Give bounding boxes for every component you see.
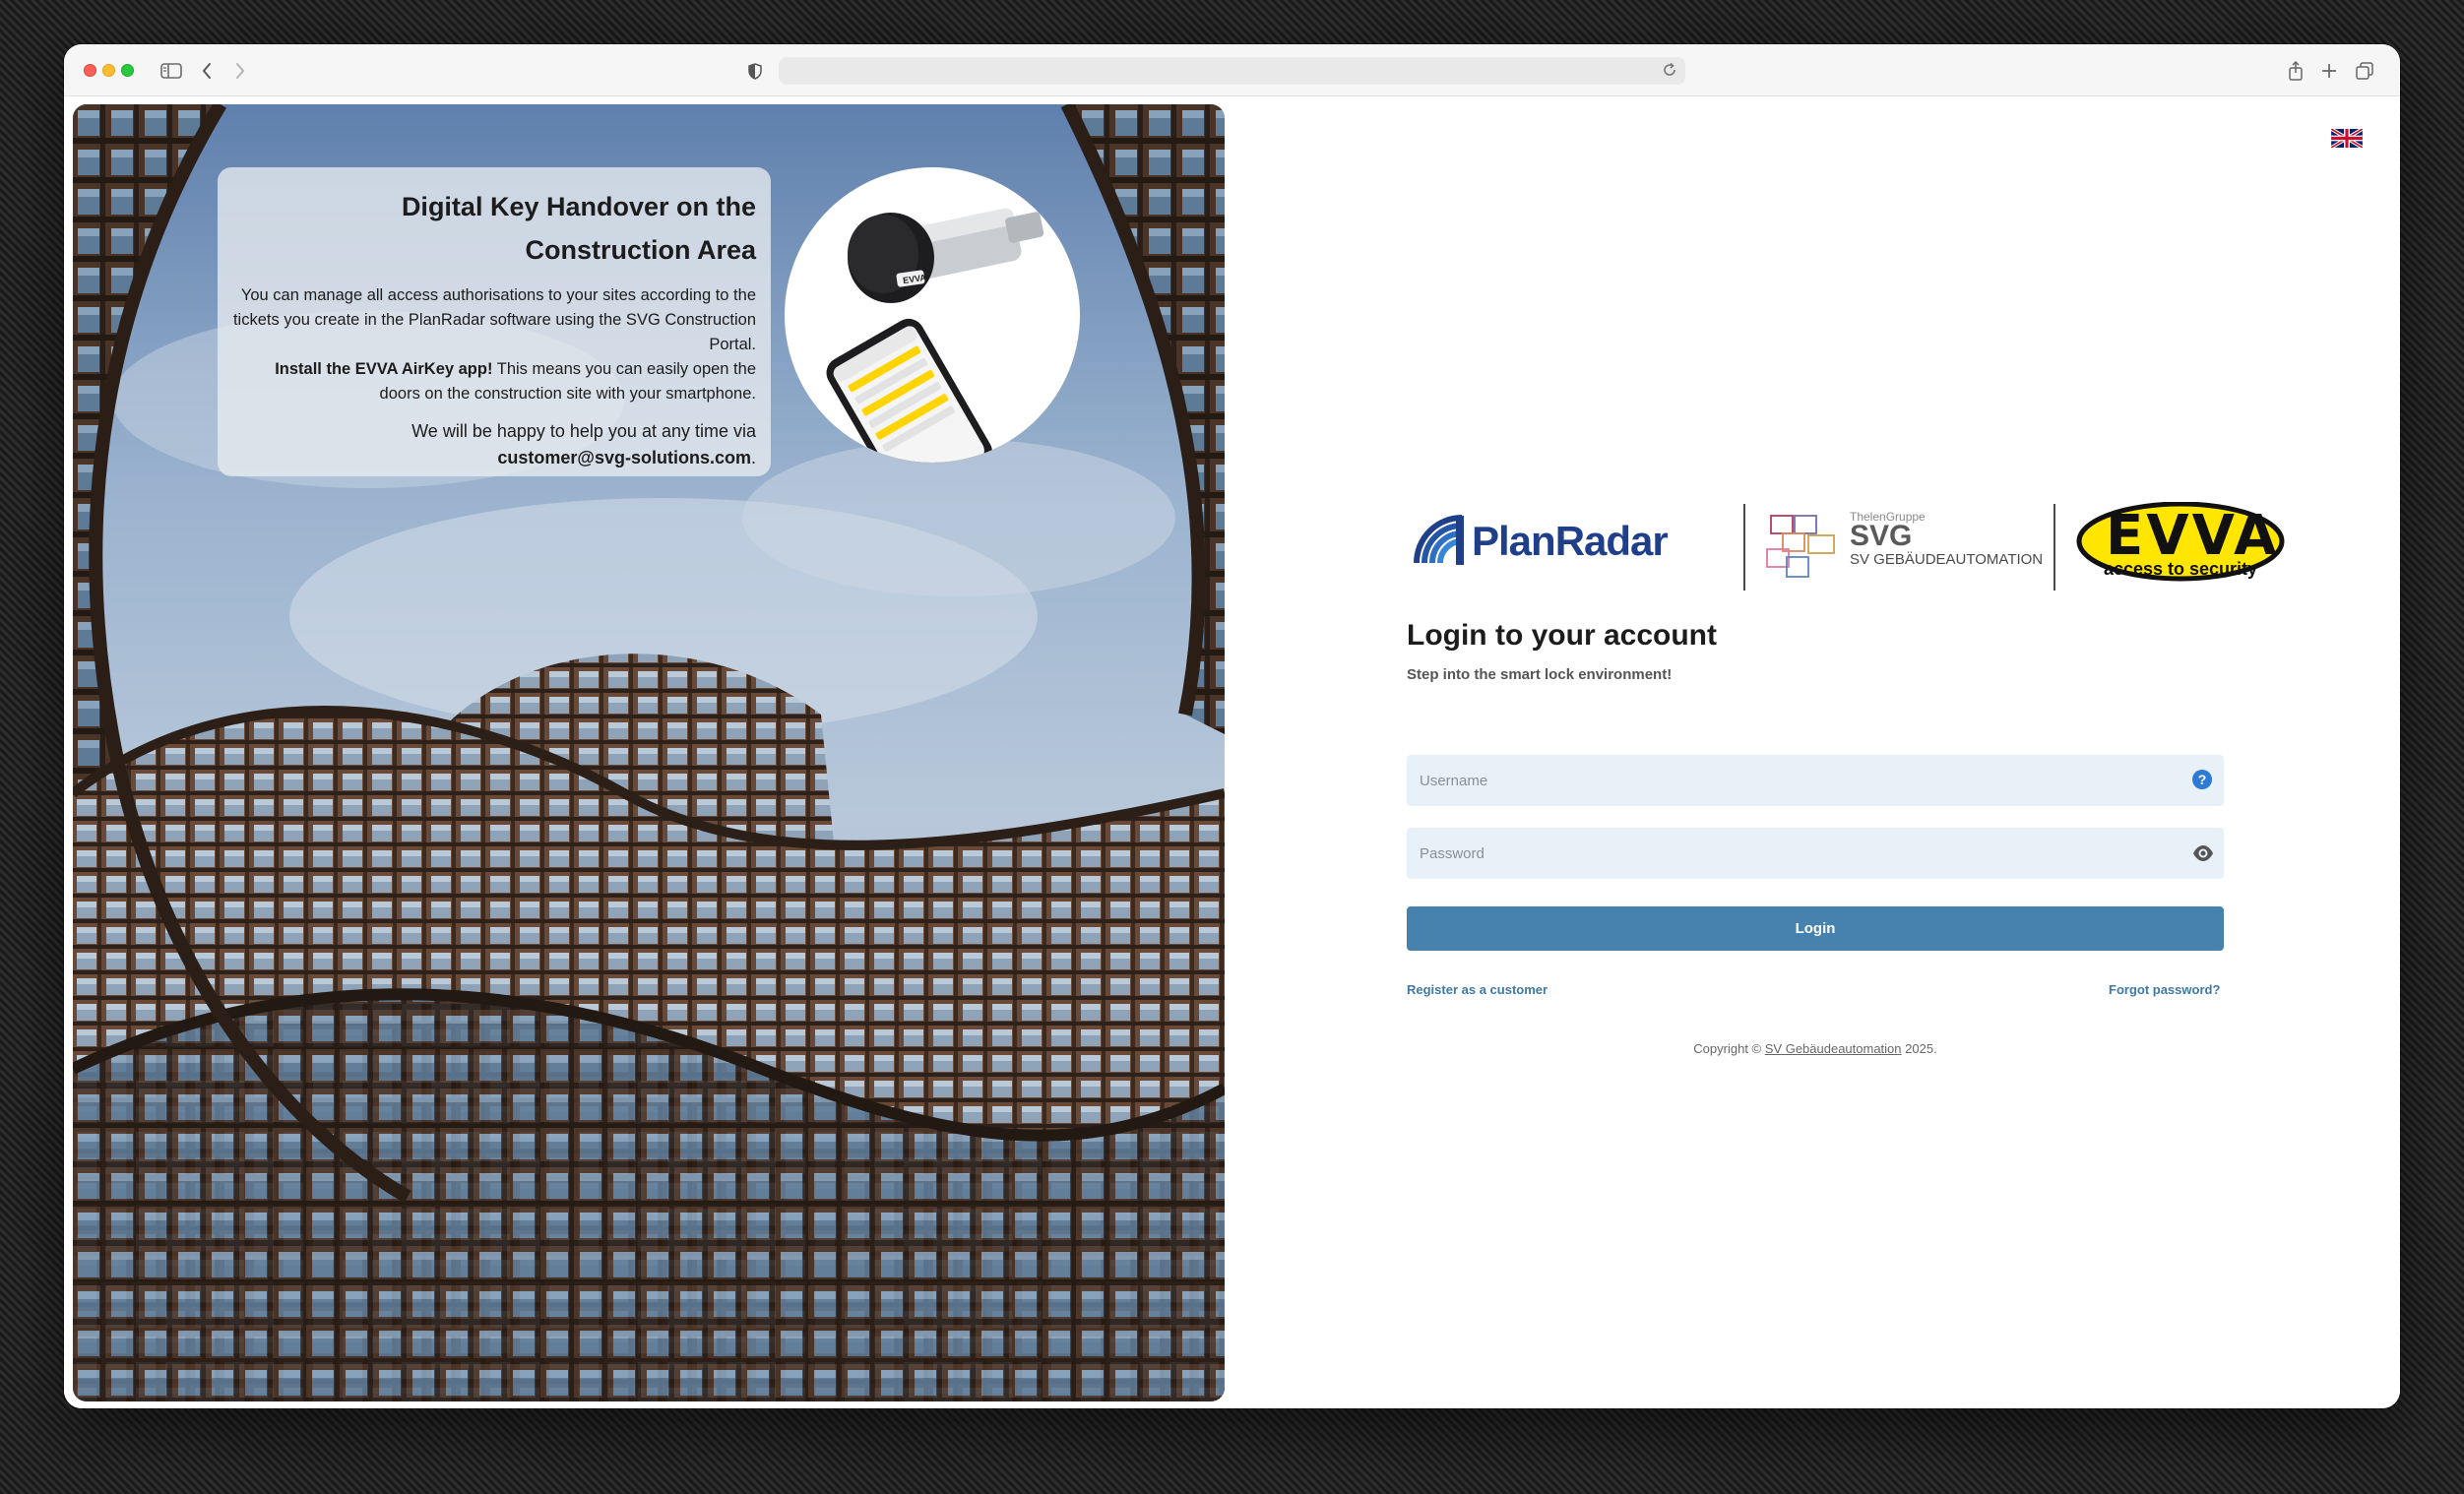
evva-tagline: access to security xyxy=(2103,559,2258,579)
username-input[interactable] xyxy=(1407,755,2224,806)
minimize-window-button[interactable] xyxy=(102,64,115,77)
login-subtitle: Step into the smart lock environment! xyxy=(1407,666,1673,683)
share-icon[interactable] xyxy=(2286,60,2306,82)
smart-lock-illustration: EVVA xyxy=(826,208,1044,463)
tab-overview-icon[interactable] xyxy=(2355,60,2374,82)
partner-logos: PlanRadar ThelenGruppe SVG SV GEBÄUDEAUT… xyxy=(1411,494,2285,591)
logo-divider-1 xyxy=(1743,504,1745,591)
copyright-footer: Copyright © SV Gebäudeautomation 2025. xyxy=(1407,1041,2224,1056)
svg-logo-subtitle: SV GEBÄUDEAUTOMATION xyxy=(1850,551,2044,568)
email-suffix: . xyxy=(750,448,756,467)
logo-divider-2 xyxy=(2053,504,2055,591)
product-image: EVVA xyxy=(785,167,1080,463)
planradar-logo-icon xyxy=(1414,515,1464,565)
reload-icon[interactable] xyxy=(1662,62,1677,83)
sidebar-toggle-icon[interactable] xyxy=(159,60,183,82)
login-button[interactable]: Login xyxy=(1407,906,2224,951)
copyright-prefix: Copyright © xyxy=(1693,1041,1765,1056)
browser-window: Digital Key Handover on the Construction… xyxy=(64,44,2400,1408)
copyright-year: 2025. xyxy=(1901,1041,1937,1056)
svg-logo-icon xyxy=(1766,515,1835,578)
hero-title: Digital Key Handover on the Construction… xyxy=(401,192,756,265)
close-window-button[interactable] xyxy=(84,64,96,77)
eye-icon[interactable] xyxy=(2192,843,2214,863)
support-email: customer@svg-solutions.com xyxy=(497,448,751,467)
hero-description: You can manage all access authorisations… xyxy=(232,283,756,406)
install-app-heading: Install the EVVA AirKey app! xyxy=(275,360,493,378)
help-circle-icon[interactable]: ? xyxy=(2192,770,2212,789)
svg-logo-text: SVG xyxy=(1850,520,1913,552)
zoom-window-button[interactable] xyxy=(121,64,134,77)
forward-arrow-icon[interactable] xyxy=(233,60,247,82)
language-uk-flag-icon[interactable] xyxy=(2330,127,2364,150)
browser-toolbar xyxy=(64,44,2400,96)
new-tab-icon[interactable] xyxy=(2319,60,2339,82)
help-contact: We will be happy to help you at any time… xyxy=(232,418,756,471)
back-arrow-icon[interactable] xyxy=(200,60,214,82)
help-text: We will be happy to help you at any time… xyxy=(411,421,756,441)
password-input[interactable] xyxy=(1407,828,2224,879)
planradar-logo-text: PlanRadar xyxy=(1472,518,1669,564)
privacy-shield-icon[interactable] xyxy=(746,60,764,82)
hero-description-text: You can manage all access authorisations… xyxy=(232,286,756,353)
address-bar[interactable] xyxy=(779,57,1685,85)
company-link[interactable]: SV Gebäudeautomation xyxy=(1765,1041,1902,1056)
page-content: Digital Key Handover on the Construction… xyxy=(64,96,2400,1408)
login-title: Login to your account xyxy=(1407,619,1717,652)
register-link[interactable]: Register as a customer xyxy=(1407,982,1548,997)
forgot-password-link[interactable]: Forgot password? xyxy=(2109,982,2220,997)
info-card: Digital Key Handover on the Construction… xyxy=(218,167,771,476)
hero-panel: Digital Key Handover on the Construction… xyxy=(73,104,1225,1401)
